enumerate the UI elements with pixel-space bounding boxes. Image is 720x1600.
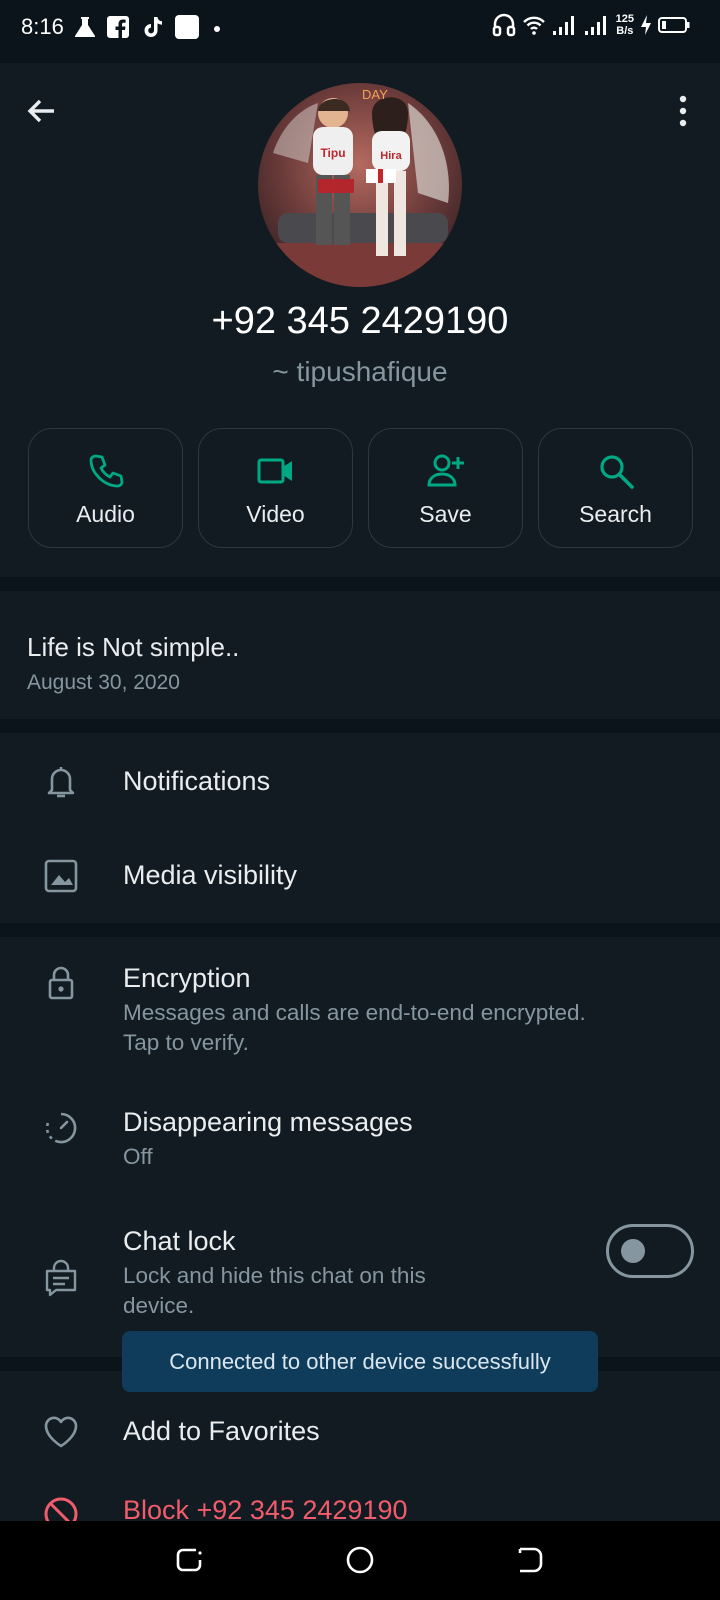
disappearing-value: Off: [123, 1144, 153, 1169]
chat-lock-toggle[interactable]: [606, 1224, 694, 1278]
video-icon: [257, 458, 292, 484]
audio-label: Audio: [76, 501, 135, 527]
encryption-subtitle-line2: Tap to verify.: [123, 1030, 249, 1055]
status-time: 8:16: [21, 14, 64, 39]
search-label: Search: [579, 501, 652, 527]
charging-icon: [641, 15, 651, 35]
headphones-icon: [492, 13, 515, 37]
timer-icon: [45, 1112, 77, 1144]
search-icon: [599, 455, 634, 489]
encryption-subtitle-line1: Messages and calls are end-to-end encryp…: [123, 1000, 586, 1025]
video-label: Video: [246, 501, 305, 527]
more-section: Add to Favorites Block +92 345 2429190: [0, 1371, 720, 1531]
battery-icon: [658, 17, 690, 33]
save-label: Save: [419, 501, 472, 527]
recents-icon[interactable]: [172, 1543, 206, 1577]
avatar-text-day: DAY: [362, 87, 388, 102]
privacy-section: Encryption Messages and calls are end-to…: [0, 937, 720, 1357]
chat-lock-subtitle-line1: Lock and hide this chat on this: [123, 1263, 426, 1288]
encryption-title: Encryption: [123, 963, 251, 993]
avatar-text-hira: Hira: [380, 150, 402, 162]
lock-icon: [48, 966, 74, 1000]
toggle-knob: [621, 1239, 645, 1263]
video-call-button[interactable]: Video: [198, 428, 353, 548]
chat-lock-title: Chat lock: [123, 1226, 236, 1256]
tiktok-icon: [144, 17, 162, 37]
bell-icon: [47, 767, 75, 798]
wifi-icon: [522, 16, 545, 35]
signal-icon-2: [584, 16, 606, 35]
settings-section: Notifications Media visibility: [0, 733, 720, 923]
contact-phone: +92 345 2429190: [211, 300, 509, 342]
dot-icon: [214, 26, 220, 32]
chat-lock-icon: [45, 1259, 77, 1297]
profile-avatar[interactable]: Tipu Hira DAY: [258, 83, 462, 287]
chat-lock-subtitle-line2: device.: [123, 1293, 195, 1318]
profile-header: Tipu Hira DAY +92 345 2429190 ~ tipushaf…: [0, 63, 720, 577]
flask-icon: [75, 17, 95, 37]
back-icon[interactable]: [512, 1543, 546, 1577]
phone-icon: [89, 454, 123, 488]
audio-call-button[interactable]: Audio: [28, 428, 183, 548]
disappearing-title: Disappearing messages: [123, 1107, 413, 1137]
app-icon: [175, 15, 199, 39]
system-nav-bar: [0, 1521, 720, 1600]
save-contact-button[interactable]: Save: [368, 428, 523, 548]
media-visibility-label: Media visibility: [123, 860, 298, 890]
facebook-icon: [107, 16, 129, 38]
network-speed: 125 B/s: [615, 13, 634, 37]
heart-icon: [44, 1416, 78, 1448]
search-button[interactable]: Search: [538, 428, 693, 548]
contact-username: ~ tipushafique: [272, 356, 448, 387]
action-buttons: Audio Video Save Search: [28, 428, 693, 548]
home-icon[interactable]: [343, 1543, 377, 1577]
more-options-icon[interactable]: [676, 95, 690, 127]
status-bar: 8:16 125 B/s: [0, 0, 720, 54]
about-text: Life is Not simple..: [27, 632, 240, 662]
avatar-text-tipu: Tipu: [320, 146, 345, 160]
about-section[interactable]: Life is Not simple.. August 30, 2020: [0, 591, 720, 719]
add-user-icon: [426, 454, 464, 487]
image-icon: [44, 859, 78, 893]
back-arrow-icon[interactable]: [24, 93, 60, 129]
signal-icon: [552, 16, 574, 35]
toast-message: Connected to other device successfully: [122, 1331, 598, 1392]
favorites-label: Add to Favorites: [123, 1416, 320, 1446]
notifications-label: Notifications: [123, 766, 271, 796]
about-date: August 30, 2020: [27, 671, 180, 694]
